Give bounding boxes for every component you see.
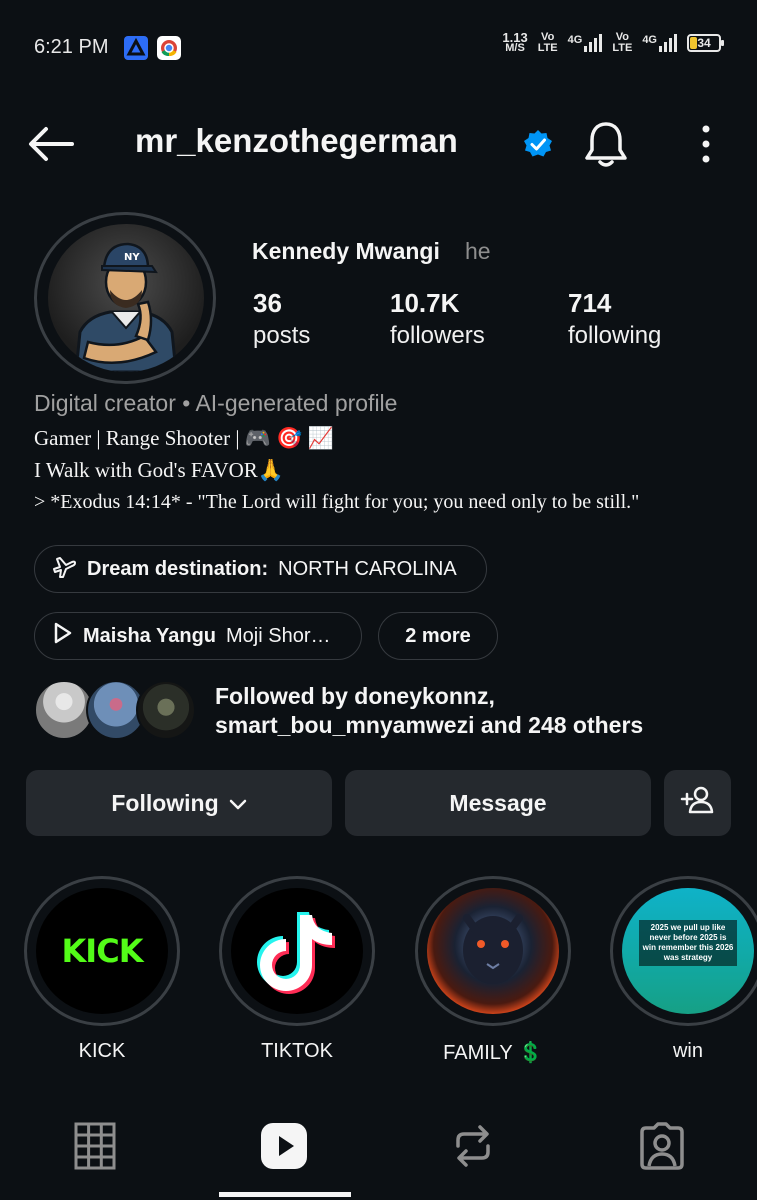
posts-label[interactable]: posts [253,322,310,350]
followed-by-line-1: Followed by doneykonnz, [215,683,495,709]
chrome-icon [157,36,181,60]
follower-avatar-3[interactable] [136,680,196,740]
following-label[interactable]: following [568,322,661,350]
panther-image[interactable] [427,888,559,1014]
tiktok-logo-icon[interactable] [231,888,363,1014]
play-outline-icon [51,621,73,651]
dream-destination-pill[interactable]: Dream destination: NORTH CAROLINA [34,545,487,593]
battery-level: 34 [697,36,711,50]
add-person-icon [679,785,717,821]
highlight-label-family: FAMILY 💲 [443,1042,543,1064]
battery-icon: 34 [687,34,724,52]
kick-logo-icon[interactable]: KICK [36,888,168,1014]
following-button-label: Following [111,789,219,816]
reels-icon[interactable] [260,1122,308,1175]
sim2-bottom: LTE [612,42,633,54]
highlight-label-tiktok: TIKTOK [261,1040,333,1062]
kick-logo-text: KICK [61,932,144,970]
more-vertical-icon[interactable] [698,124,714,169]
message-button[interactable]: Message [345,770,651,836]
message-button-label: Message [449,789,547,816]
music-title: Maisha Yangu [83,624,217,647]
bio-line-1: Gamer | Range Shooter | 🎮 🎯 📈 [34,426,334,450]
signal-2: 4G [642,34,677,52]
suggest-people-button[interactable] [664,770,731,836]
followers-count[interactable]: 10.7K [390,288,459,319]
win-highlight-image[interactable]: 2025 we pull up like never before 2025 i… [622,888,754,1014]
highlight-label-win: win [672,1040,703,1062]
profile-category: Digital creator • AI-generated profile [34,390,398,416]
avatar[interactable]: NY [48,224,204,372]
signal-bars-icon [584,34,603,52]
sim1-bottom: LTE [537,42,558,54]
display-name: Kennedy Mwangi [252,238,440,264]
grid-icon[interactable] [74,1122,116,1175]
followed-by-text[interactable]: Followed by doneykonnz, smart_bou_mnyamw… [215,682,643,740]
bio-line-3: > *Exodus 14:14* - "The Lord will fight … [34,491,640,513]
follower-avatar-1[interactable] [34,680,94,740]
drive-icon [124,36,148,60]
win-cover-text: 2025 we pull up like never before 2025 i… [639,920,737,966]
highlight-label-kick: KICK [78,1040,126,1062]
back-arrow-icon[interactable] [26,124,76,169]
destination-label: Dream destination: [87,557,269,580]
reposts-icon[interactable] [450,1122,496,1175]
sim1-volte: Vo LTE [538,32,558,54]
sim2-volte: Vo LTE [612,32,632,54]
chevron-down-icon [229,790,247,817]
status-right: 1.13 M/S Vo LTE 4G Vo LTE 4G 34 [502,31,724,54]
pronoun: he [465,238,491,264]
posts-count[interactable]: 36 [253,288,282,319]
tagged-icon[interactable] [638,1122,686,1175]
music-artist: Moji Shor… [226,624,331,647]
signal-bars-icon [659,34,677,52]
signal-1: 4G [568,34,603,52]
more-links-pill[interactable]: 2 more [378,612,498,660]
net2-label: 4G [642,34,657,46]
network-speed: 1.13 M/S [502,31,527,54]
verified-badge-icon [522,128,554,160]
status-time: 6:21 PM [34,36,109,58]
destination-value: NORTH CAROLINA [278,557,457,580]
airplane-icon [51,553,77,585]
svg-text:NY: NY [124,252,140,263]
followed-by-line-2: smart_bou_mnyamwezi and 248 others [215,712,644,738]
following-button[interactable]: Following [26,770,332,836]
tab-active-indicator [219,1192,351,1197]
speed-unit: M/S [505,42,525,54]
profile-username: mr_kenzothegerman [135,122,458,159]
music-pill[interactable]: Maisha Yangu Moji Shor… [34,612,362,660]
followers-label[interactable]: followers [390,322,485,350]
bell-icon[interactable] [582,118,630,175]
bio-line-2: I Walk with God's FAVOR🙏 [34,458,284,482]
net1-label: 4G [567,34,583,46]
following-count[interactable]: 714 [568,288,611,319]
